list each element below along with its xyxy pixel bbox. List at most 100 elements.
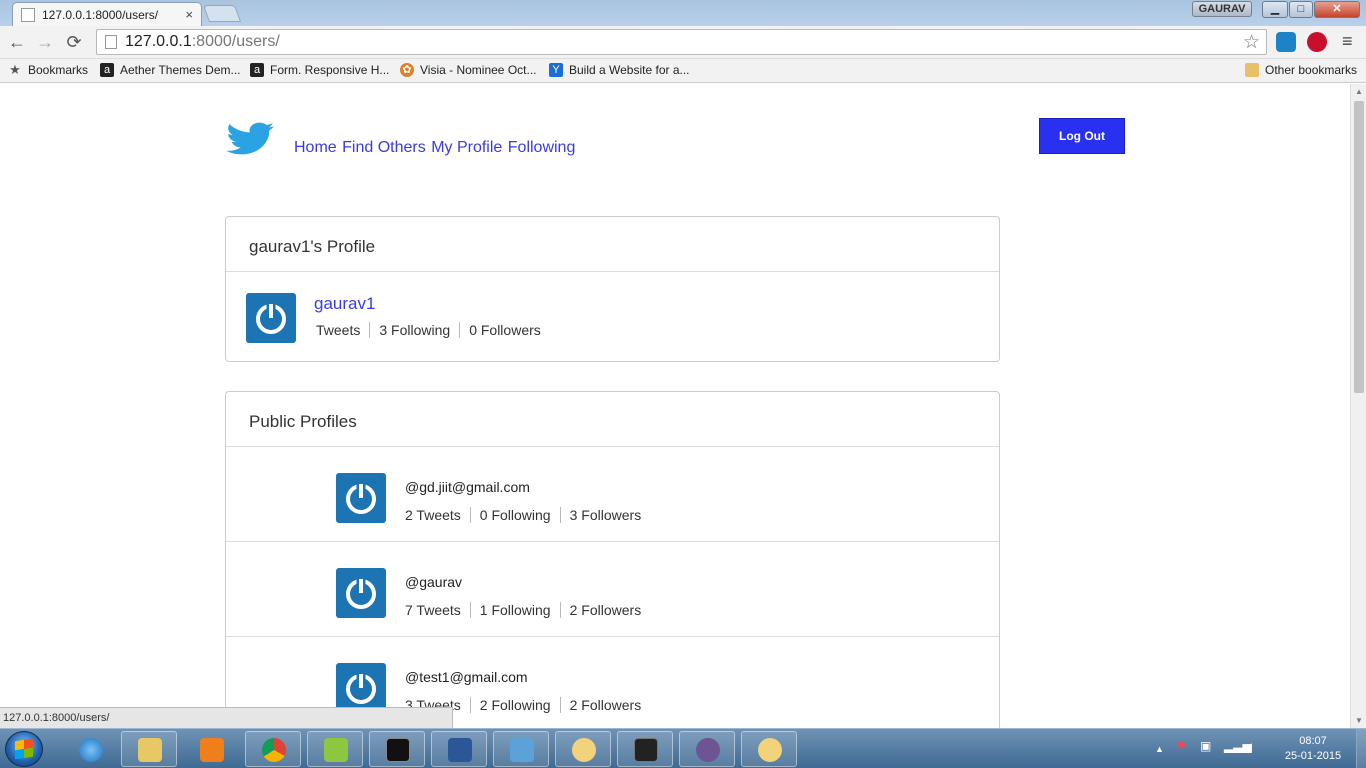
- power-icon: [346, 578, 376, 609]
- profile-handle[interactable]: @gaurav: [405, 574, 462, 590]
- bookmark-label: Visia - Nominee Oct...: [420, 63, 537, 77]
- flower-icon: ✿: [400, 63, 414, 77]
- action-center-flag-icon[interactable]: ⚑: [1176, 739, 1187, 753]
- taskbar-internet-explorer[interactable]: [62, 731, 118, 767]
- bookmark-item-bookmarks[interactable]: ★ Bookmarks: [8, 62, 88, 78]
- bookmark-label: Build a Website for a...: [569, 63, 690, 77]
- logout-button[interactable]: Log Out: [1039, 118, 1125, 154]
- page-scrollbar[interactable]: ▲ ▼: [1350, 84, 1366, 728]
- new-tab-button[interactable]: [202, 5, 242, 22]
- profile-list-item: @gd.jiit@gmail.com 2 Tweets 0 Following …: [226, 447, 999, 542]
- extension-icon[interactable]: [1276, 32, 1296, 52]
- nav-link-find-others[interactable]: Find Others: [342, 139, 426, 156]
- bookmark-item[interactable]: a Aether Themes Dem...: [100, 63, 241, 77]
- following-count[interactable]: 0 Following: [469, 507, 560, 523]
- page-icon: [105, 35, 117, 49]
- nav-link-my-profile[interactable]: My Profile: [431, 139, 502, 156]
- followers-count[interactable]: 2 Followers: [559, 697, 651, 713]
- bookmark-item[interactable]: Y Build a Website for a...: [549, 63, 690, 77]
- close-window-button[interactable]: ✕: [1314, 1, 1360, 18]
- page-favicon-icon: [21, 7, 35, 22]
- taskbar-media-player[interactable]: [183, 731, 239, 767]
- bookmark-label: Form. Responsive H...: [270, 63, 390, 77]
- show-hidden-icons-icon[interactable]: ▲: [1155, 744, 1164, 754]
- nav-link-following[interactable]: Following: [508, 139, 576, 156]
- taskbar-github[interactable]: [679, 731, 735, 767]
- paint-icon: [758, 738, 782, 762]
- tab-close-icon[interactable]: ×: [185, 7, 193, 22]
- scroll-up-arrow-icon[interactable]: ▲: [1351, 87, 1366, 96]
- taskbar-chrome[interactable]: [245, 731, 301, 767]
- bookmark-label: Aether Themes Dem...: [120, 63, 241, 77]
- following-count[interactable]: 1 Following: [469, 602, 560, 618]
- status-bubble: 127.0.0.1:8000/users/: [0, 707, 453, 728]
- star-icon: ★: [9, 62, 21, 77]
- reload-button[interactable]: ⟳: [63, 32, 85, 54]
- taskbar-mysql[interactable]: [617, 731, 673, 767]
- address-bar[interactable]: 127.0.0.1:8000/users/ ☆: [96, 29, 1267, 55]
- chrome-profile-badge[interactable]: GAURAV: [1192, 1, 1252, 17]
- word-icon: [448, 738, 472, 762]
- paint-icon: [572, 738, 596, 762]
- following-count[interactable]: 3 Following: [369, 322, 459, 338]
- followers-count[interactable]: 3 Followers: [559, 507, 651, 523]
- followers-count[interactable]: 0 Followers: [459, 322, 550, 338]
- tweets-count[interactable]: 7 Tweets: [405, 602, 470, 618]
- profile-username-link[interactable]: gaurav1: [314, 294, 375, 314]
- taskbar-paint-2[interactable]: [741, 731, 797, 767]
- chrome-menu-icon[interactable]: ≡: [1342, 31, 1353, 52]
- usb-device-icon[interactable]: ▣: [1200, 739, 1211, 753]
- taskbar-word[interactable]: [431, 731, 487, 767]
- avatar[interactable]: [336, 568, 386, 618]
- profile-handle[interactable]: @gd.jiit@gmail.com: [405, 479, 530, 495]
- show-desktop-button[interactable]: [1356, 729, 1366, 768]
- maximize-button[interactable]: □: [1289, 1, 1313, 18]
- followers-count[interactable]: 2 Followers: [559, 602, 651, 618]
- other-bookmarks-folder[interactable]: Other bookmarks: [1245, 63, 1357, 77]
- bookmark-item[interactable]: ✿ Visia - Nominee Oct...: [400, 63, 536, 77]
- adblock-extension-icon[interactable]: [1307, 32, 1327, 52]
- github-icon: [696, 738, 720, 762]
- scroll-thumb[interactable]: [1354, 101, 1364, 393]
- url-host: 127.0.0.1: [125, 33, 192, 50]
- browser-toolbar: ← → ⟳ 127.0.0.1:8000/users/ ☆ ≡: [0, 26, 1366, 59]
- clock-time: 08:07: [1299, 735, 1327, 747]
- taskbar-photo-viewer[interactable]: [493, 731, 549, 767]
- bookmark-star-icon[interactable]: ☆: [1243, 31, 1260, 54]
- power-icon: [256, 303, 286, 334]
- profile-list-item: @gaurav 7 Tweets 1 Following 2 Followers: [226, 542, 999, 637]
- tweets-count[interactable]: Tweets: [316, 322, 369, 338]
- browser-tab-active[interactable]: 127.0.0.1:8000/users/ ×: [12, 2, 202, 26]
- start-button[interactable]: [5, 731, 43, 767]
- bookmarks-bar: ★ Bookmarks a Aether Themes Dem... a Form. …: [0, 59, 1366, 83]
- forward-button[interactable]: →: [34, 32, 56, 54]
- mysql-icon: [634, 738, 658, 762]
- folder-icon: [138, 738, 162, 762]
- volume-icon[interactable]: 🔈︎: [1248, 739, 1255, 754]
- y-icon: Y: [549, 63, 563, 77]
- taskbar-command-prompt[interactable]: [369, 731, 425, 767]
- minimize-button[interactable]: ▁: [1262, 1, 1288, 18]
- taskbar-paint[interactable]: [555, 731, 611, 767]
- back-button[interactable]: ←: [6, 32, 28, 54]
- page-viewport: Home Find Others My Profile Following Lo…: [0, 84, 1350, 728]
- avatar[interactable]: [246, 293, 296, 343]
- avatar[interactable]: [336, 473, 386, 523]
- taskbar-clock[interactable]: 08:07 25-01-2015: [1283, 734, 1343, 764]
- taskbar-file-explorer[interactable]: [121, 731, 177, 767]
- public-profiles-panel: Public Profiles @gd.jiit@gmail.com 2 Twe…: [225, 391, 1000, 728]
- twitter-bird-logo-icon[interactable]: [226, 122, 276, 158]
- scroll-down-arrow-icon[interactable]: ▼: [1351, 716, 1366, 725]
- browser-titlebar: 127.0.0.1:8000/users/ × GAURAV ▁ □ ✕: [0, 0, 1366, 26]
- site-nav: Home Find Others My Profile Following: [294, 139, 576, 157]
- bookmark-item[interactable]: a Form. Responsive H...: [250, 63, 389, 77]
- profile-stats: 7 Tweets 1 Following 2 Followers: [405, 602, 650, 618]
- avatar[interactable]: [336, 663, 386, 713]
- profile-handle[interactable]: @test1@gmail.com: [405, 669, 528, 685]
- nav-link-home[interactable]: Home: [294, 139, 337, 156]
- a-icon: a: [250, 63, 264, 77]
- following-count[interactable]: 2 Following: [469, 697, 560, 713]
- taskbar-notepad-plus-plus[interactable]: [307, 731, 363, 767]
- tweets-count[interactable]: 2 Tweets: [405, 507, 470, 523]
- folder-icon: [1245, 63, 1259, 77]
